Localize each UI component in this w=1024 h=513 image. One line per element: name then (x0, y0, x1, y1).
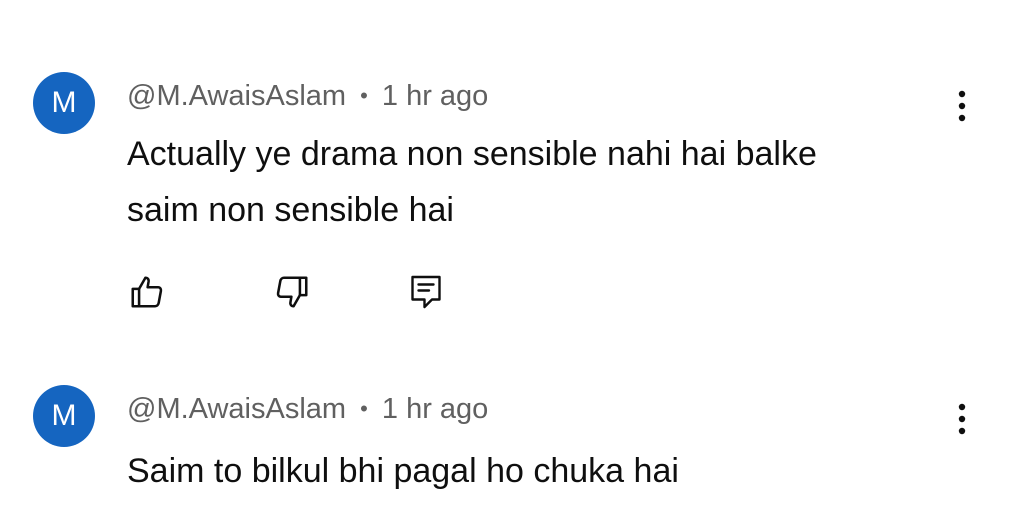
comment-text-line: Actually ye drama non sensible nahi hai … (127, 135, 817, 173)
comment-text-line: saim non sensible hai (127, 191, 454, 229)
comment-text: Saim to bilkul bhi pagal ho chuka hai (127, 443, 947, 499)
more-vert-icon (958, 403, 966, 435)
more-options-button[interactable] (945, 399, 979, 439)
more-vert-icon (958, 90, 966, 122)
comment-meta: @M.AwaisAslam • 1 hr ago (127, 389, 488, 429)
dislike-button[interactable] (271, 270, 313, 314)
thumbs-down-icon (276, 276, 308, 308)
comment-time: 1 hr ago (381, 393, 489, 425)
more-options-button[interactable] (945, 86, 979, 126)
comment-author[interactable]: @M.AwaisAslam (127, 393, 346, 425)
reply-comment-icon (411, 275, 441, 309)
meta-separator: • (360, 83, 368, 108)
comment-meta: @M.AwaisAslam • 1 hr ago (127, 76, 488, 116)
comment-text: Actually ye drama non sensible nahi hai … (127, 126, 947, 238)
meta-separator: • (360, 396, 368, 421)
avatar[interactable]: M (33, 385, 95, 447)
comment-time: 1 hr ago (381, 80, 489, 112)
like-button[interactable] (126, 270, 168, 314)
avatar-letter: M (51, 399, 77, 432)
avatar-letter: M (51, 86, 77, 119)
thumbs-up-icon (131, 276, 163, 308)
reply-button[interactable] (405, 270, 447, 314)
comment-author[interactable]: @M.AwaisAslam (127, 80, 346, 112)
comment-text-line: Saim to bilkul bhi pagal ho chuka hai (127, 452, 679, 490)
avatar[interactable]: M (33, 72, 95, 134)
